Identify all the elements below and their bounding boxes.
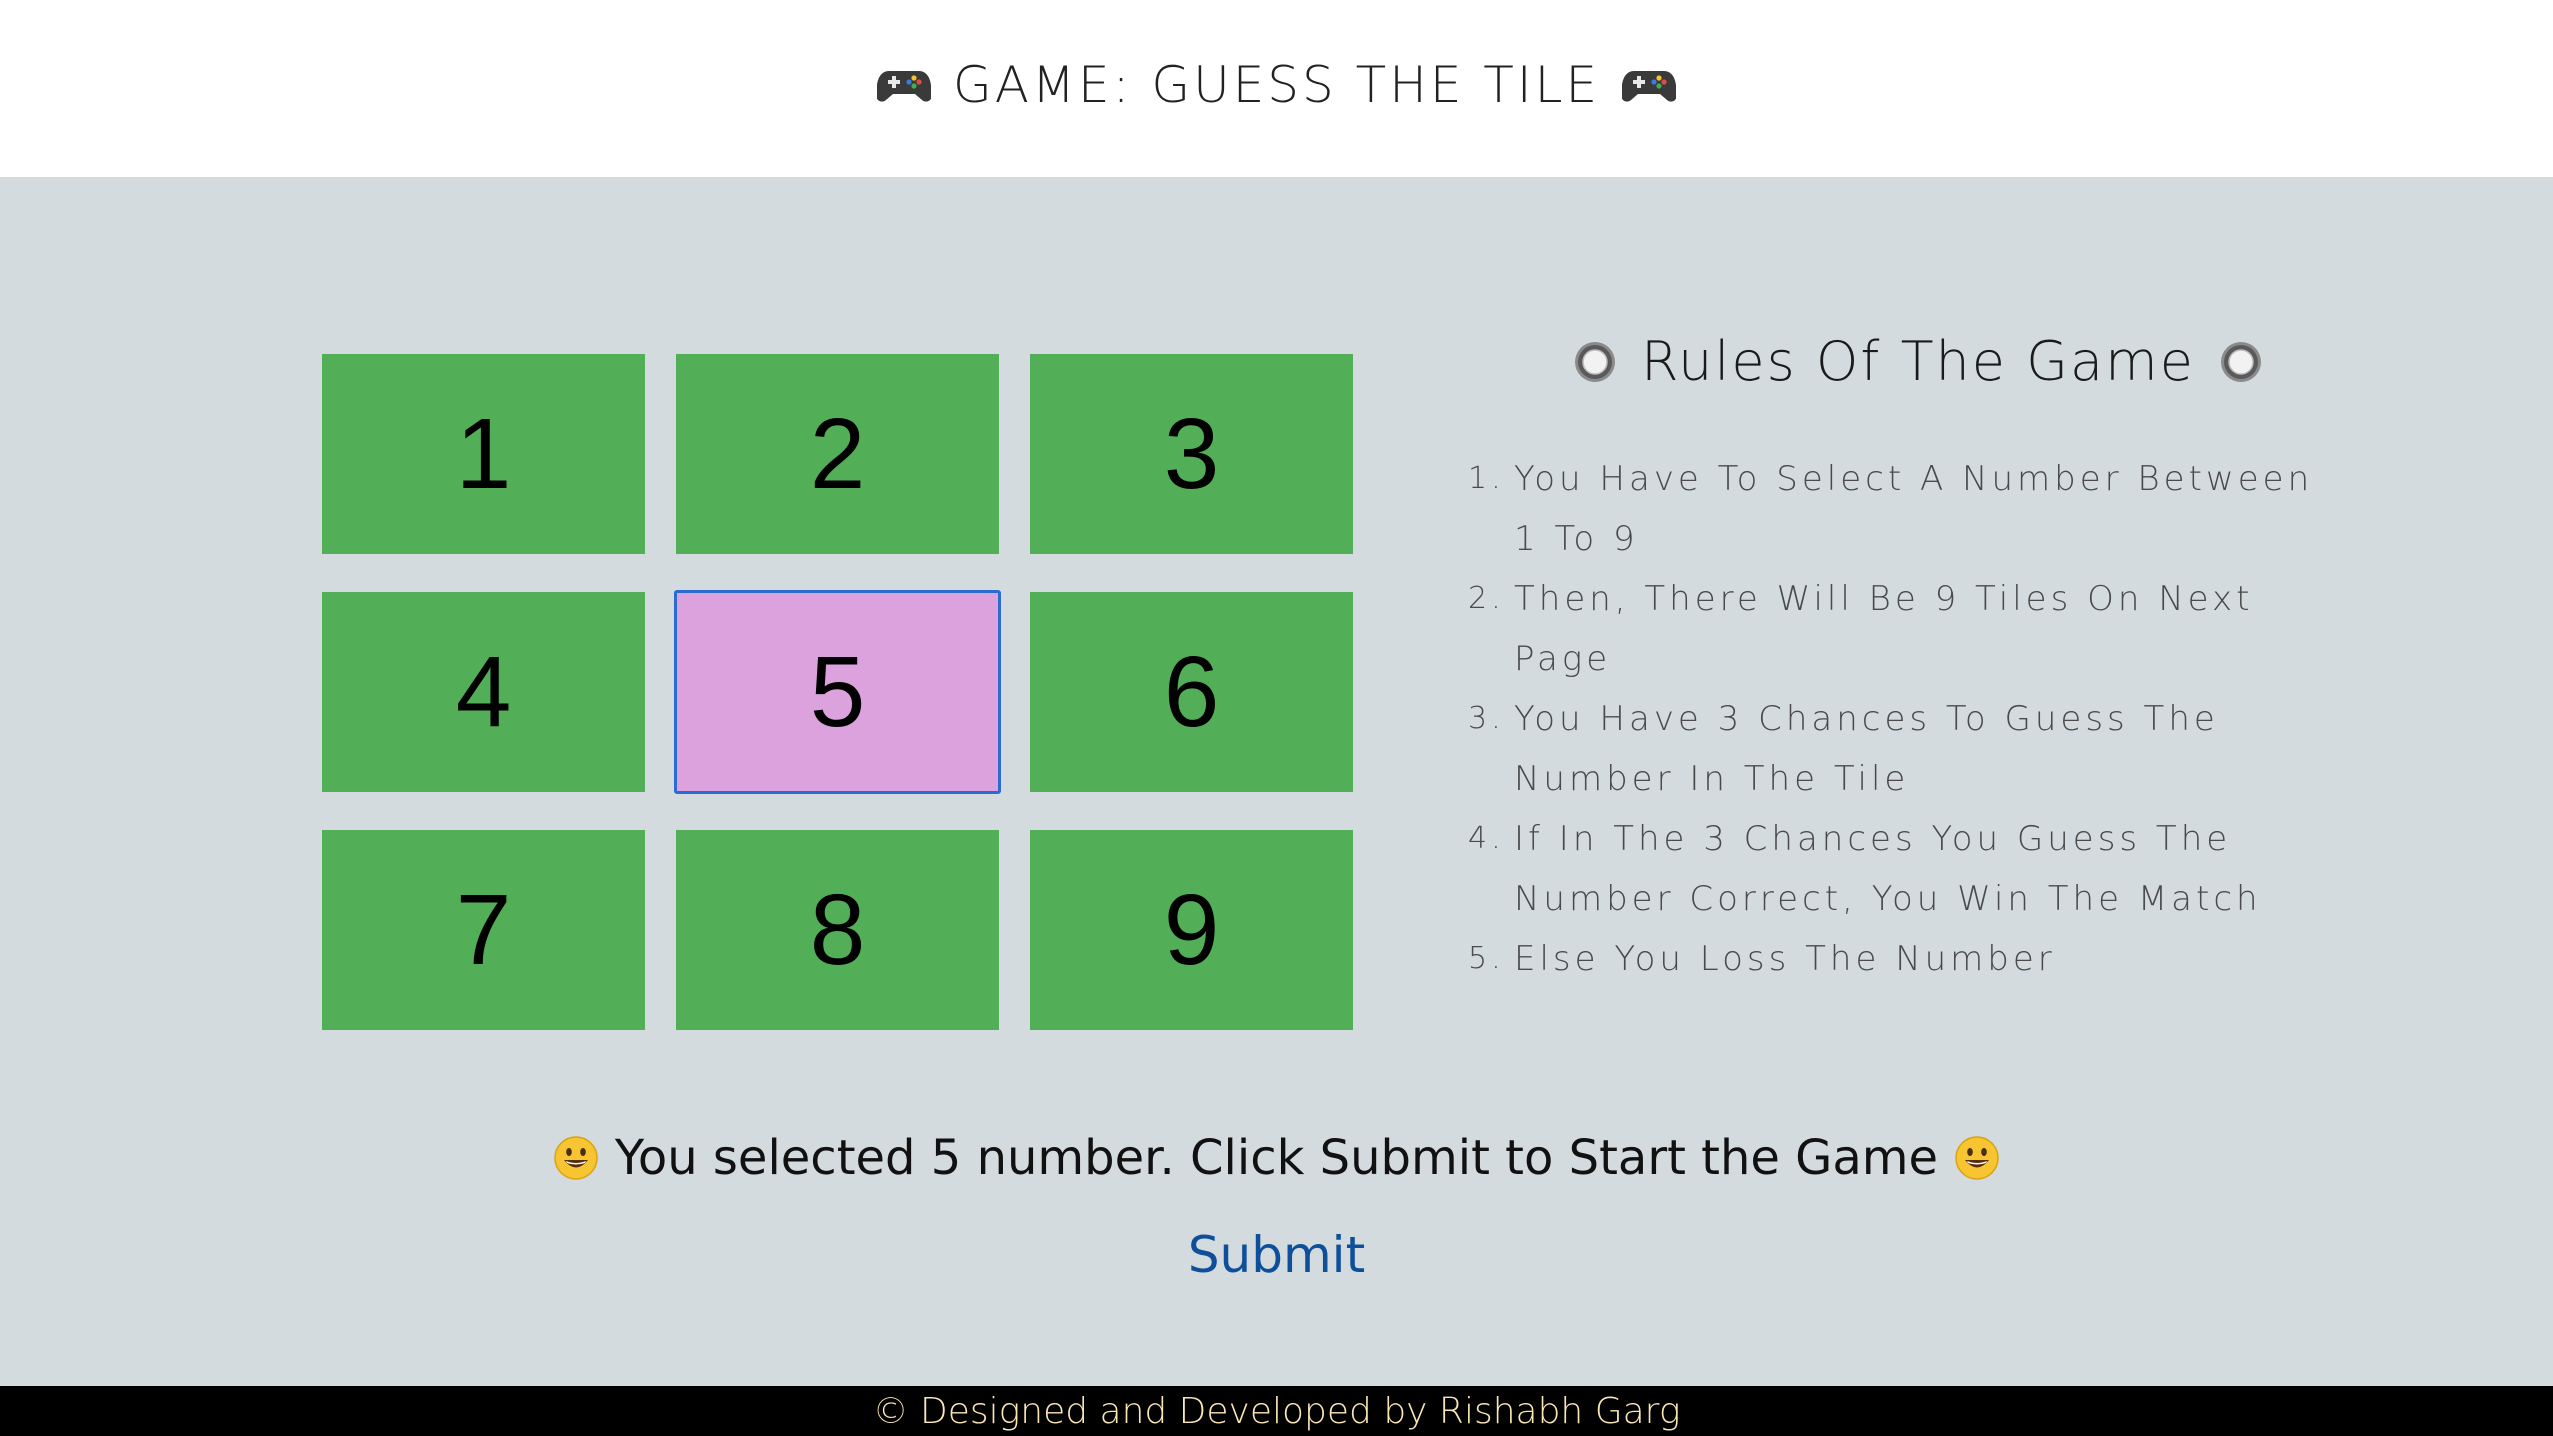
tile-8[interactable]: 8 [676, 830, 999, 1030]
radio-button-icon [2219, 340, 2263, 384]
rule-item: 1. You Have To Select A Number Between 1… [1468, 449, 2348, 569]
radio-button-icon [1573, 340, 1617, 384]
rule-number: 2. [1468, 581, 1505, 616]
tile-1[interactable]: 1 [322, 354, 645, 554]
footer: © Designed and Developed by Rishabh Garg [0, 1386, 2553, 1436]
page-title: GAME: GUESS THE TILE [876, 55, 1677, 114]
rules-title-text: Rules Of The Game [1641, 330, 2195, 393]
smiley-icon [1954, 1135, 2000, 1181]
rule-item: 2. Then, There Will Be 9 Tiles On Next P… [1468, 569, 2348, 689]
submit-button[interactable]: Submit [1176, 1222, 1377, 1288]
rules-title: Rules Of The Game [1488, 330, 2348, 393]
tile-3[interactable]: 3 [1030, 354, 1353, 554]
rule-number: 5. [1468, 941, 1505, 976]
gamepad-icon [876, 65, 931, 105]
rule-text: Then, There Will Be 9 Tiles On Next Page [1514, 579, 2254, 679]
rule-item: 5. Else You Loss The Number [1468, 929, 2348, 989]
rule-number: 1. [1468, 461, 1505, 496]
rule-text: Else You Loss The Number [1514, 939, 2056, 979]
rule-item: 3. You Have 3 Chances To Guess The Numbe… [1468, 689, 2348, 809]
selection-status: You selected 5 number. Click Submit to S… [0, 1130, 2553, 1186]
rules-panel: Rules Of The Game 1. You Have To Select … [1468, 330, 2348, 989]
tile-2[interactable]: 2 [676, 354, 999, 554]
tile-5-selected[interactable]: 5 [674, 590, 1001, 794]
rule-item: 4. If In The 3 Chances You Guess The Num… [1468, 809, 2348, 929]
selection-status-text: You selected 5 number. Click Submit to S… [614, 1130, 1939, 1186]
tile-4[interactable]: 4 [322, 592, 645, 792]
smiley-icon [553, 1135, 599, 1181]
tile-9[interactable]: 9 [1030, 830, 1353, 1030]
page-title-text: GAME: GUESS THE TILE [952, 55, 1601, 114]
rule-number: 4. [1468, 821, 1505, 856]
tile-6[interactable]: 6 [1030, 592, 1353, 792]
submit-container: Submit [0, 1222, 2553, 1288]
footer-credit: © Designed and Developed by Rishabh Garg [872, 1390, 1681, 1432]
header: GAME: GUESS THE TILE [0, 0, 2553, 177]
rule-text: You Have 3 Chances To Guess The Number I… [1514, 699, 2219, 799]
rules-list: 1. You Have To Select A Number Between 1… [1468, 449, 2348, 989]
tile-7[interactable]: 7 [322, 830, 645, 1030]
rule-number: 3. [1468, 701, 1505, 736]
rule-text: If In The 3 Chances You Guess The Number… [1514, 819, 2262, 919]
gamepad-icon [1622, 65, 1677, 105]
rule-text: You Have To Select A Number Between 1 To… [1514, 459, 2314, 559]
